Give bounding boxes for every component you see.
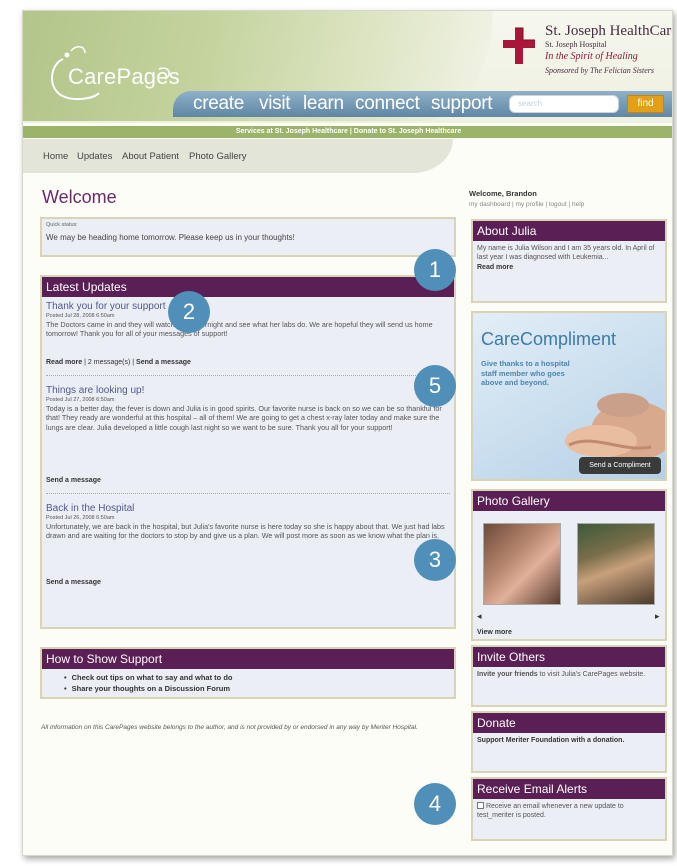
update-actions: Send a message <box>46 579 101 586</box>
account-links[interactable]: my dashboard | my profile | logout | hel… <box>469 201 584 208</box>
gallery-photo[interactable] <box>577 523 655 605</box>
photo-gallery-box: Photo Gallery ◂ ▸ View more <box>471 489 667 641</box>
hospital-tagline: In the Spirit of Healing <box>545 51 638 62</box>
about-title: About Julia <box>473 221 665 241</box>
update-title[interactable]: Back in the Hospital <box>46 503 446 514</box>
update-actions: Send a message <box>46 477 101 484</box>
update-body: Today is a better day, the fever is down… <box>46 404 442 432</box>
promo-text: Give thanks to a hospital staff member w… <box>481 359 570 387</box>
alerts-text: Receive an email whenever a new update t… <box>477 803 624 819</box>
invite-friends-link[interactable]: Invite your friends <box>477 671 538 678</box>
donate-title: Donate <box>473 713 665 733</box>
gallery-next-arrow-icon[interactable]: ▸ <box>655 611 660 622</box>
annotation-badge-5: 5 <box>414 365 456 407</box>
nav-support[interactable]: support <box>431 93 493 115</box>
annotation-badge-3: 3 <box>414 539 456 581</box>
page-tabs: Home Updates About Patient Photo Gallery <box>23 139 453 173</box>
latest-updates-box: Latest Updates Thank you for your suppor… <box>40 275 456 629</box>
about-read-more-link[interactable]: Read more <box>473 262 665 271</box>
update-item: Back in the Hospital Posted Jul 26, 2008… <box>46 503 446 541</box>
tab-about-patient[interactable]: About Patient <box>122 151 179 162</box>
services-bar[interactable]: Services at St. Joseph Healthcare | Dona… <box>23 126 672 138</box>
alerts-option: Receive an email whenever a new update t… <box>473 799 665 820</box>
send-message-link[interactable]: Send a message <box>136 359 191 366</box>
update-date: Posted Jul 27, 2008 6:50am <box>46 397 115 403</box>
support-tips-link[interactable]: Check out tips on what to say and what t… <box>64 672 454 683</box>
nav-connect[interactable]: connect <box>355 93 420 115</box>
update-date: Posted Jul 26, 2008 6:50am <box>46 515 115 521</box>
support-forum-link[interactable]: Share your thoughts on a Discussion Foru… <box>64 683 454 694</box>
update-actions: Read more | 2 message(s) | Send a messag… <box>46 359 191 366</box>
tab-photo-gallery[interactable]: Photo Gallery <box>189 151 247 162</box>
quick-status-label: Quick status: <box>46 222 78 228</box>
messages-link[interactable]: 2 message(s) <box>88 359 130 366</box>
update-body: Unfortunately, we are back in the hospit… <box>46 522 445 541</box>
nav-create[interactable]: create <box>193 93 244 115</box>
care-compliment-promo[interactable]: CareCompliment Give thanks to a hospital… <box>471 311 667 481</box>
invite-title: Invite Others <box>473 647 665 667</box>
invite-text: Invite your friends to visit Julia's Car… <box>473 667 665 679</box>
quick-status-text: We may be heading home tomorrow. Please … <box>46 233 295 242</box>
send-message-link[interactable]: Send a message <box>46 579 101 586</box>
update-title[interactable]: Things are looking up! <box>46 385 446 396</box>
logo-text: CarePages <box>68 64 180 89</box>
hospital-name: St. Joseph HealthCare <box>545 23 673 39</box>
nav-learn[interactable]: learn <box>303 93 344 115</box>
gallery-title: Photo Gallery <box>473 491 665 511</box>
email-alert-checkbox[interactable] <box>477 802 484 809</box>
disclaimer-text: All information on this CarePages websit… <box>41 724 418 731</box>
alerts-title: Receive Email Alerts <box>473 779 665 799</box>
email-alerts-box: Receive Email Alerts Receive an email wh… <box>471 777 667 841</box>
site-header: CarePages St. Joseph HealthCare St. Jose… <box>23 11 673 123</box>
hospital-cross-icon <box>503 27 535 64</box>
update-title[interactable]: Thank you for your support <box>46 301 446 312</box>
read-more-link[interactable]: Read more <box>46 359 82 366</box>
quick-status-box: Quick status: We may be heading home tom… <box>40 217 456 257</box>
carepages-window: CarePages St. Joseph HealthCare St. Jose… <box>22 10 673 856</box>
donate-box: Donate Support Meriter Foundation with a… <box>471 711 667 773</box>
tab-home[interactable]: Home <box>43 151 68 162</box>
update-body: The Doctors came in and they will watch … <box>46 320 433 339</box>
hospital-sub: St. Joseph Hospital <box>545 40 607 49</box>
about-text: My name is Julia Wilson and I am 35 year… <box>477 245 655 261</box>
support-box: How to Show Support Check out tips on wh… <box>40 647 456 699</box>
nav-visit[interactable]: visit <box>259 93 291 115</box>
invite-description: to visit Julia's CarePages website. <box>539 671 646 678</box>
search-input[interactable]: search <box>509 95 619 113</box>
donate-link[interactable]: Support Meriter Foundation with a donati… <box>473 733 665 745</box>
invite-box: Invite Others Invite your friends to vis… <box>471 645 667 707</box>
user-greeting: Welcome, Brandon <box>469 189 537 198</box>
about-box: About Julia My name is Julia Wilson and … <box>471 219 667 303</box>
annotation-badge-4: 4 <box>414 783 456 825</box>
send-compliment-button[interactable]: Send a Compliment <box>579 457 661 474</box>
latest-updates-title: Latest Updates <box>42 277 454 297</box>
page-title: Welcome <box>42 187 117 207</box>
send-message-link[interactable]: Send a message <box>46 477 101 484</box>
update-item: Thank you for your support Posted Jul 28… <box>46 301 446 339</box>
update-item: Things are looking up! Posted Jul 27, 20… <box>46 385 446 432</box>
hospital-sponsor: Sponsored by The Felician Sisters <box>545 66 655 75</box>
annotation-badge-2: 2 <box>168 291 210 333</box>
gallery-prev-arrow-icon[interactable]: ◂ <box>477 611 482 622</box>
find-button[interactable]: find <box>627 95 664 113</box>
annotation-badge-1: 1 <box>414 249 456 291</box>
support-title: How to Show Support <box>42 649 454 669</box>
promo-title: CareCompliment <box>481 329 617 349</box>
tab-updates[interactable]: Updates <box>77 151 112 162</box>
update-date: Posted Jul 28, 2008 6:50am <box>46 313 115 319</box>
gallery-photo[interactable] <box>483 523 561 605</box>
update-divider <box>46 375 450 376</box>
gallery-view-more-link[interactable]: View more <box>473 627 516 636</box>
update-divider <box>46 493 450 494</box>
